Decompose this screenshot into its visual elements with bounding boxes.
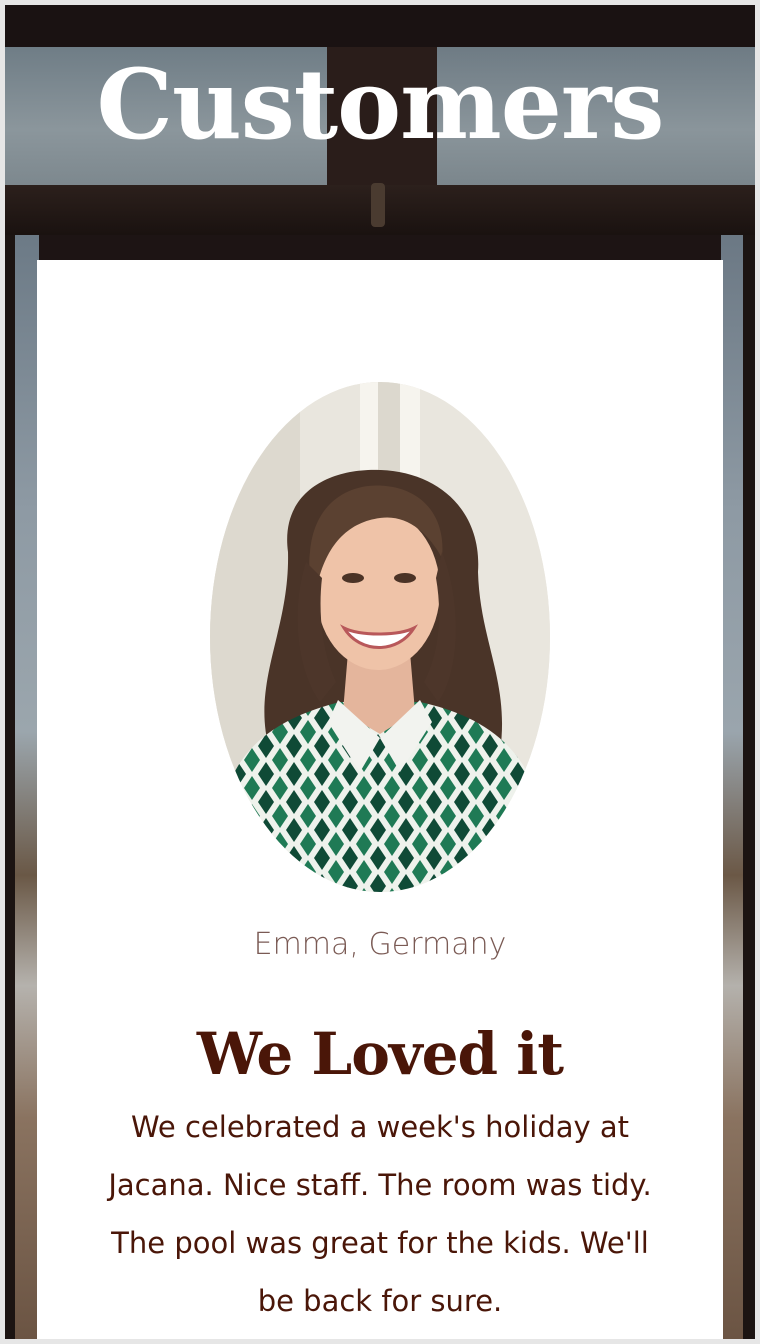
reviewer-name: Emma, Germany [253, 927, 507, 962]
review-text: We celebrated a week's holiday at Jacana… [108, 1110, 652, 1318]
page-frame: Customers Emma, Germany We Loved it We c… [5, 5, 755, 1339]
customer-photo [210, 382, 550, 892]
page-title: Customers [96, 48, 665, 161]
review-headline: We Loved it [196, 1020, 564, 1088]
testimonial-card: Emma, Germany We Loved it We celebrated … [37, 260, 723, 1339]
